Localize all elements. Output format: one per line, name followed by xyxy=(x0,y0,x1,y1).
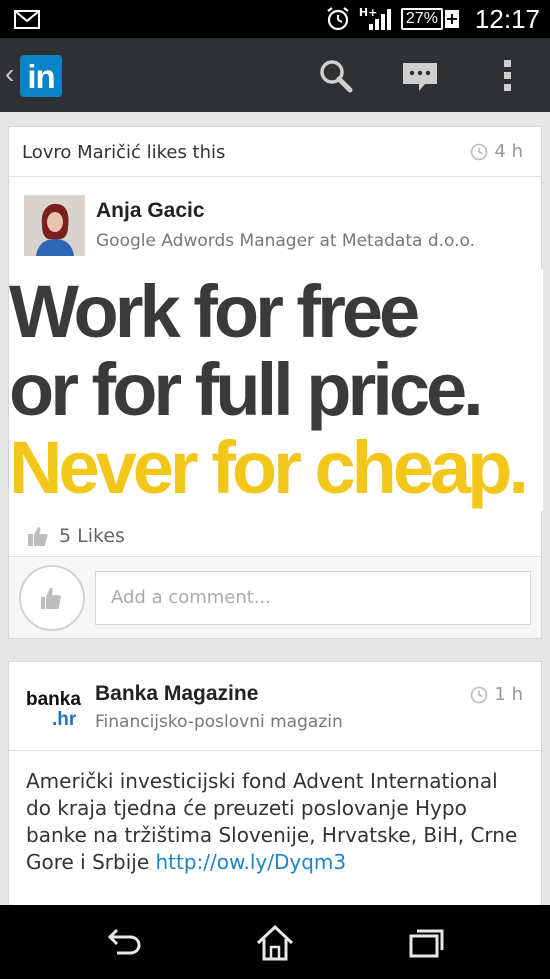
author-name[interactable]: Anja Gacic xyxy=(96,199,205,223)
messages-icon[interactable] xyxy=(401,57,439,95)
company-logo-domain: .hr xyxy=(52,709,77,730)
author-header[interactable]: Anja Gacic Google Adwords Manager at Met… xyxy=(9,177,541,267)
gmail-notification-icon xyxy=(14,10,40,29)
recent-apps-icon[interactable] xyxy=(407,923,447,963)
alarm-icon xyxy=(327,7,349,31)
company-logo[interactable]: banka .hr xyxy=(24,681,84,737)
author-headline: Google Adwords Manager at Metadata d.o.o… xyxy=(96,231,476,251)
comment-bar: Add a comment... xyxy=(9,558,541,638)
likes-summary[interactable]: 5 Likes xyxy=(9,515,541,557)
up-caret-icon[interactable]: ‹ xyxy=(5,60,14,88)
battery-level: 27% xyxy=(400,8,443,30)
search-icon[interactable] xyxy=(317,57,355,95)
back-icon[interactable] xyxy=(103,923,143,963)
comment-input[interactable]: Add a comment... xyxy=(95,571,531,625)
charging-icon: + xyxy=(444,9,459,28)
post-body: Američki investicijski fond Advent Inter… xyxy=(26,768,526,876)
clock-icon xyxy=(471,143,488,160)
status-bar: H+ 27% + 12:17 xyxy=(0,0,550,38)
status-right: H+ 27% + 12:17 xyxy=(325,0,540,38)
clock-icon xyxy=(471,686,488,703)
home-icon[interactable] xyxy=(255,923,295,963)
clock-time: 12:17 xyxy=(474,3,540,34)
post-time: 1 h xyxy=(470,684,523,705)
action-bar: ‹ in xyxy=(0,38,550,112)
like-button[interactable] xyxy=(19,565,85,631)
time-label: 1 h xyxy=(494,684,523,705)
time-label: 4 h xyxy=(494,141,523,162)
thumbs-up-icon xyxy=(28,527,48,546)
post-image[interactable]: Work for free or for full price. Never f… xyxy=(9,269,543,511)
quote-line-1: Work for free xyxy=(9,270,420,353)
battery-indicator: 27% + xyxy=(400,8,459,30)
like-icon xyxy=(41,587,61,609)
avatar[interactable] xyxy=(24,195,85,256)
author-name[interactable]: Banka Magazine xyxy=(95,682,258,706)
company-logo-text: banka xyxy=(26,689,81,710)
activity-text: Lovro Maričić likes this xyxy=(22,142,226,163)
system-nav-bar xyxy=(0,905,550,979)
linkedin-logo[interactable]: in xyxy=(20,55,62,97)
activity-header: Lovro Maričić likes this 4 h xyxy=(9,127,541,177)
feed-card[interactable]: Lovro Maričić likes this 4 h Anja Gacic … xyxy=(8,126,543,639)
quote-line-2: or for full price. xyxy=(9,348,484,431)
overflow-menu-icon[interactable] xyxy=(490,57,528,95)
likes-count: 5 Likes xyxy=(59,525,125,547)
feed-card[interactable]: banka .hr Banka Magazine Financijsko-pos… xyxy=(8,661,542,921)
author-header[interactable]: banka .hr Banka Magazine Financijsko-pos… xyxy=(9,662,541,751)
post-link[interactable]: http://ow.ly/Dyqm3 xyxy=(155,850,346,874)
signal-icon: H+ xyxy=(359,6,393,32)
quote-line-3: Never for cheap. xyxy=(9,426,529,509)
post-time: 4 h xyxy=(470,141,523,162)
author-headline: Financijsko-poslovni magazin xyxy=(95,712,343,732)
